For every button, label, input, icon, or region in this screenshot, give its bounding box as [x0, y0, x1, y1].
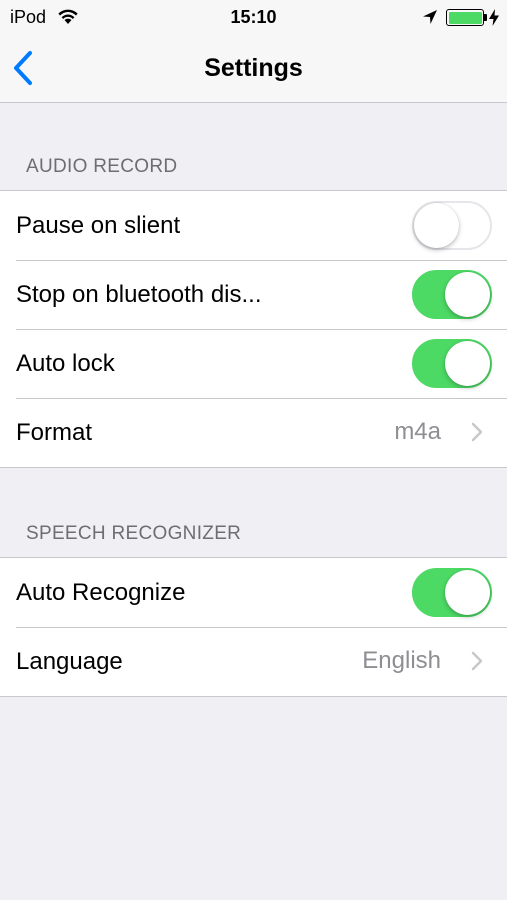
pause-on-silent-toggle[interactable]	[412, 201, 492, 250]
charging-bolt-icon	[489, 9, 499, 26]
row-label: Format	[16, 418, 93, 446]
row-label: Auto Recognize	[16, 578, 186, 606]
toggle-knob	[445, 570, 490, 615]
row-format[interactable]: Format m4a	[0, 398, 507, 467]
row-label: Stop on bluetooth dis...	[16, 280, 262, 308]
row-label: Auto lock	[16, 349, 115, 377]
status-bar: iPod 15:10	[0, 0, 507, 34]
row-pause-on-silent: Pause on slient	[0, 191, 507, 260]
chevron-right-icon	[471, 422, 483, 442]
row-label: Language	[16, 647, 123, 675]
section-header-speech-recognizer: SPEECH RECOGNIZER	[26, 523, 242, 544]
group-speech-recognizer: Auto Recognize Language English	[0, 557, 507, 697]
battery-tip	[484, 14, 487, 21]
toggle-knob	[445, 272, 490, 317]
toggle-knob	[445, 341, 490, 386]
row-language[interactable]: Language English	[0, 627, 507, 696]
row-stop-on-bluetooth: Stop on bluetooth dis...	[0, 260, 507, 329]
location-arrow-icon	[423, 10, 437, 24]
battery-icon	[446, 9, 484, 26]
row-auto-lock: Auto lock	[0, 329, 507, 398]
navigation-bar: Settings	[0, 34, 507, 103]
format-value: m4a	[394, 418, 441, 445]
battery-fill	[448, 11, 482, 24]
toggle-knob	[414, 203, 459, 248]
auto-lock-toggle[interactable]	[412, 339, 492, 388]
section-header-audio-record: AUDIO RECORD	[26, 156, 178, 177]
row-label: Pause on slient	[16, 211, 181, 239]
auto-recognize-toggle[interactable]	[412, 568, 492, 617]
row-auto-recognize: Auto Recognize	[0, 558, 507, 627]
chevron-right-icon	[471, 651, 483, 671]
language-value: English	[362, 647, 441, 674]
group-audio-record: Pause on slient Stop on bluetooth dis...…	[0, 190, 507, 468]
stop-on-bluetooth-toggle[interactable]	[412, 270, 492, 319]
page-title: Settings	[204, 54, 303, 82]
